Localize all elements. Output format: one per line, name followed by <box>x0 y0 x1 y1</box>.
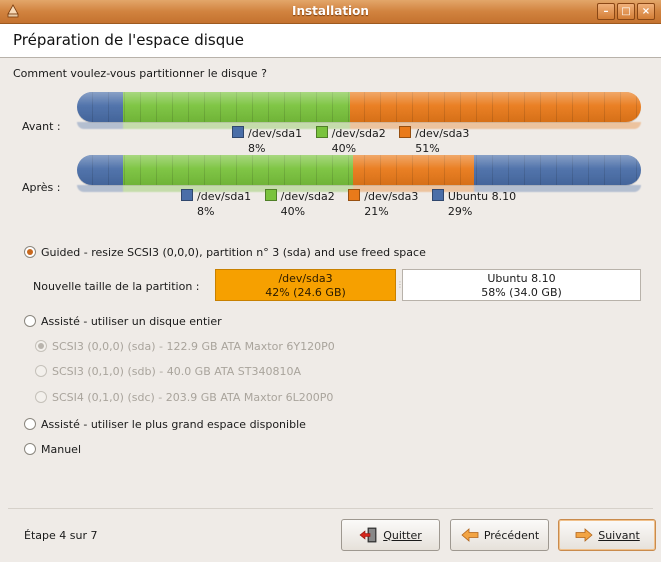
arrow-left-icon <box>461 528 479 542</box>
disk-label: SCSI4 (0,1,0) (sdc) - 203.9 GB ATA Maxto… <box>52 391 334 404</box>
before-legend: /dev/sda1 8% /dev/sda2 40% /dev/sda3 51% <box>232 126 479 155</box>
page-title: Préparation de l'espace disque <box>13 31 244 49</box>
swatch-icon <box>431 189 444 201</box>
radio-icon[interactable] <box>24 443 36 455</box>
next-label: Suivant <box>598 528 640 542</box>
swatch-icon <box>232 126 244 138</box>
resize-partition-ubuntu: Ubuntu 8.10 58% (34.0 GB) <box>402 269 641 301</box>
footer-divider <box>8 508 653 509</box>
disk-option-sdb[interactable]: SCSI3 (0,1,0) (sdb) - 40.0 GB ATA ST3408… <box>35 365 301 378</box>
legend-pct: 40% <box>280 205 306 218</box>
resize-label: Nouvelle taille de la partition : <box>33 280 200 293</box>
exit-icon <box>359 527 377 543</box>
legend-pct: 8% <box>248 142 266 155</box>
window-title: Installation <box>292 4 369 18</box>
disk-option-sdc[interactable]: SCSI4 (0,1,0) (sdc) - 203.9 GB ATA Maxto… <box>35 391 333 404</box>
legend-item: /dev/sda2 40% <box>315 126 386 155</box>
bar-reflection <box>77 185 124 192</box>
bar-reflection <box>77 122 123 129</box>
legend-pct: 51% <box>415 142 440 155</box>
legend-item: /dev/sda1 8% <box>232 126 302 155</box>
legend-name: Ubuntu 8.10 <box>447 190 517 203</box>
resize-left-value: 42% (24.6 GB) <box>265 286 346 299</box>
radio-icon[interactable] <box>24 246 36 258</box>
legend-pct: 29% <box>447 205 473 218</box>
swatch-icon <box>315 126 328 138</box>
page-header: Préparation de l'espace disque <box>0 24 661 58</box>
quit-button[interactable]: Quitter <box>341 519 440 551</box>
disk-option-sda[interactable]: SCSI3 (0,0,0) (sda) - 122.9 GB ATA Maxto… <box>35 340 335 353</box>
radio-icon[interactable] <box>35 340 47 352</box>
close-button[interactable]: × <box>637 3 655 20</box>
arrow-right-icon <box>575 528 593 542</box>
next-button[interactable]: Suivant <box>558 519 656 551</box>
swatch-icon <box>181 189 193 201</box>
quit-label: Quitter <box>383 528 422 542</box>
previous-button[interactable]: Précédent <box>450 519 549 551</box>
legend-pct: 8% <box>197 205 215 218</box>
swatch-icon <box>264 189 277 201</box>
legend-item: /dev/sda2 40% <box>264 189 335 218</box>
legend-pct: 40% <box>331 142 357 155</box>
manual-label: Manuel <box>41 443 81 456</box>
before-label: Avant : <box>22 120 61 133</box>
partition-question: Comment voulez-vous partitionner le disq… <box>13 67 267 80</box>
guided-resize-option[interactable]: Guided - resize SCSI3 (0,0,0), partition… <box>24 246 426 259</box>
largest-space-option[interactable]: Assisté - utiliser le plus grand espace … <box>24 418 306 431</box>
resize-left-name: /dev/sda3 <box>278 272 333 285</box>
legend-name: /dev/sda1 <box>248 127 303 140</box>
before-partition-bar <box>77 92 641 129</box>
radio-icon[interactable] <box>35 365 47 377</box>
swatch-icon <box>348 189 361 201</box>
legend-item: /dev/sda1 8% <box>181 189 251 218</box>
minimize-button[interactable]: – <box>597 3 615 20</box>
legend-item: /dev/sda3 51% <box>399 126 469 155</box>
after-label: Après : <box>22 181 61 194</box>
swatch-icon <box>399 126 412 138</box>
resize-right-name: Ubuntu 8.10 <box>487 272 556 285</box>
legend-pct: 21% <box>364 205 389 218</box>
bar-gloss <box>77 155 641 185</box>
largest-space-label: Assisté - utiliser le plus grand espace … <box>41 418 306 431</box>
radio-icon[interactable] <box>24 315 36 327</box>
resize-right-value: 58% (34.0 GB) <box>481 286 562 299</box>
window-titlebar[interactable]: Installation – □ × <box>0 0 661 24</box>
legend-item: /dev/sda3 21% <box>348 189 418 218</box>
legend-name: /dev/sda3 <box>415 127 470 140</box>
entire-disk-option[interactable]: Assisté - utiliser un disque entier <box>24 315 222 328</box>
legend-name: /dev/sda1 <box>197 190 252 203</box>
maximize-button[interactable]: □ <box>617 3 635 20</box>
legend-name: /dev/sda3 <box>364 190 419 203</box>
after-partition-bar <box>77 155 641 192</box>
radio-icon[interactable] <box>24 418 36 430</box>
disk-label: SCSI3 (0,0,0) (sda) - 122.9 GB ATA Maxto… <box>52 340 335 353</box>
legend-name: /dev/sda2 <box>280 190 335 203</box>
resize-partition-sda3[interactable]: /dev/sda3 42% (24.6 GB) <box>215 269 396 301</box>
step-indicator: Étape 4 sur 7 <box>24 529 98 542</box>
bar-gloss <box>77 92 641 122</box>
entire-disk-label: Assisté - utiliser un disque entier <box>41 315 222 328</box>
radio-icon[interactable] <box>35 391 47 403</box>
disk-label: SCSI3 (0,1,0) (sdb) - 40.0 GB ATA ST3408… <box>52 365 302 378</box>
legend-item: Ubuntu 8.10 29% <box>431 189 517 218</box>
manual-option[interactable]: Manuel <box>24 443 81 456</box>
previous-label: Précédent <box>483 528 540 542</box>
after-legend: /dev/sda1 8% /dev/sda2 40% /dev/sda3 21% Ub… <box>181 189 526 218</box>
guided-resize-label: Guided - resize SCSI3 (0,0,0), partition… <box>41 246 426 259</box>
legend-name: /dev/sda2 <box>331 127 386 140</box>
